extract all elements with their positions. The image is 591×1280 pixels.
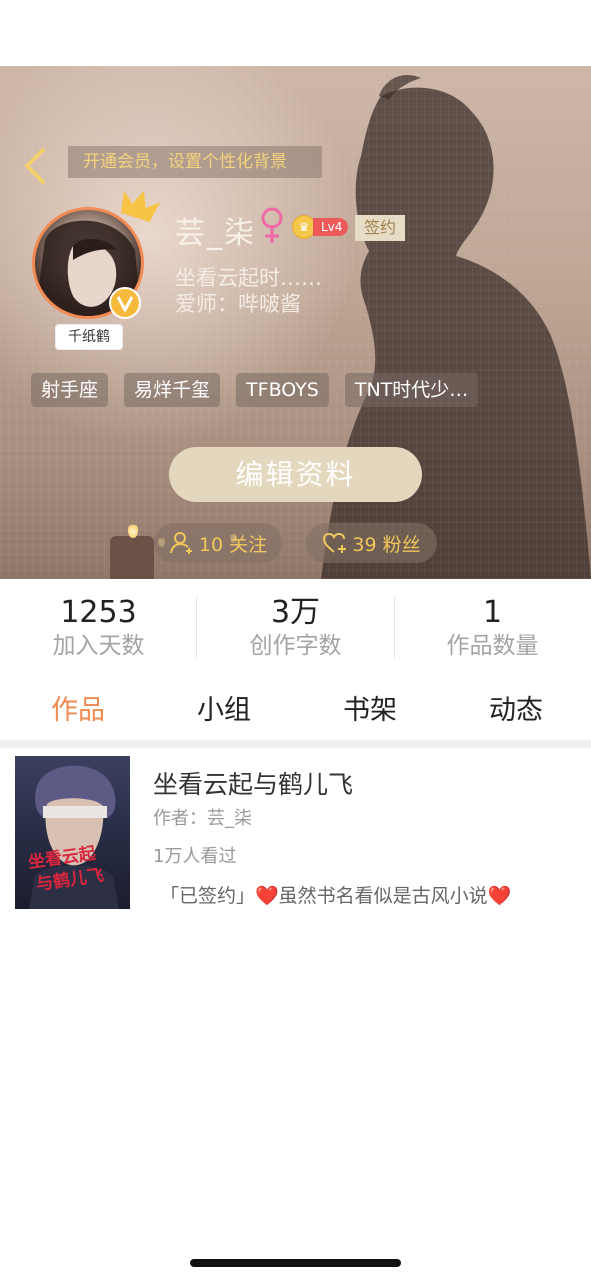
book-cover[interactable]: 坐看云起 与鹤儿飞: [15, 756, 130, 909]
tag-item[interactable]: TNT时代少…: [344, 373, 479, 407]
stat-value: 1253: [60, 595, 137, 630]
stat-label: 创作字数: [249, 633, 342, 659]
stat-word-count: 3万 创作字数: [197, 594, 394, 660]
person-plus-icon: [169, 532, 192, 554]
bio-line: 爱师：哔啵酱: [175, 292, 301, 316]
stat-join-days: 1253 加入天数: [0, 594, 197, 660]
home-indicator[interactable]: [190, 1259, 401, 1267]
female-symbol-icon: [261, 207, 283, 243]
book-read-count: 1万人看过: [153, 846, 237, 867]
section-separator: [0, 740, 591, 748]
follow-button[interactable]: 10 关注: [154, 523, 282, 563]
avatar-frame-tag: 千纸鹤: [55, 324, 123, 350]
tab-works[interactable]: 作品: [51, 688, 105, 727]
level-badge[interactable]: ♛ Lv4: [292, 215, 349, 239]
back-button[interactable]: [14, 146, 54, 186]
v-badge-icon: [109, 287, 141, 319]
stat-label: 加入天数: [52, 633, 145, 659]
stat-works-count: 1 作品数量: [394, 594, 591, 660]
profile-banner: [0, 66, 591, 579]
stat-value: 3万: [270, 595, 321, 630]
signed-badge: 签约: [355, 215, 405, 241]
candle-flame: [128, 522, 138, 538]
tab-activity[interactable]: 动态: [489, 688, 543, 727]
stat-value: 1: [482, 595, 503, 630]
username: 芸_柒: [175, 216, 256, 251]
candle-decoration: [110, 536, 154, 579]
tag-item[interactable]: 易烊千玺: [124, 373, 221, 407]
edit-profile-button[interactable]: 编辑资料: [169, 447, 422, 502]
level-label: Lv4: [313, 218, 349, 236]
tab-bookshelf[interactable]: 书架: [343, 688, 397, 727]
heart-plus-icon: [323, 532, 347, 553]
book-author: 作者：芸_柒: [153, 808, 252, 829]
book-title[interactable]: 坐看云起与鹤儿飞: [153, 765, 353, 801]
fans-button[interactable]: 39 粉丝: [306, 523, 437, 563]
tag-item[interactable]: 射手座: [31, 373, 109, 407]
interest-tags: 射手座 易烊千玺 TFBOYS TNT时代少…: [31, 373, 479, 407]
tag-item[interactable]: TFBOYS: [236, 373, 329, 407]
crown-icon: [121, 190, 160, 223]
tab-groups[interactable]: 小组: [197, 688, 251, 727]
chevron-left-icon: [25, 148, 45, 184]
fans-label: 39 粉丝: [352, 533, 421, 556]
stat-label: 作品数量: [446, 633, 539, 659]
banner-mesh-texture: [0, 66, 591, 579]
follow-label: 10 关注: [198, 533, 268, 556]
vip-background-banner[interactable]: 开通会员，设置个性化背景: [68, 146, 322, 178]
book-description: 「已签约」❤️虽然书名看似是古风小说❤️: [160, 885, 512, 907]
book-cover-image: 坐看云起 与鹤儿飞: [27, 765, 119, 909]
